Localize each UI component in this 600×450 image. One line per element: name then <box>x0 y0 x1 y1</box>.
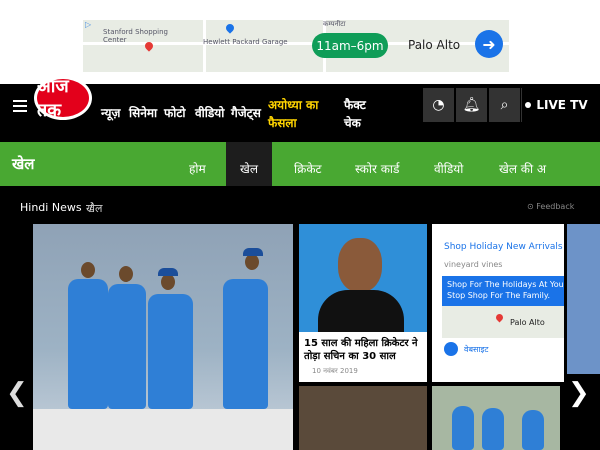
nav-item-ayodhya-line1: अयोध्या का <box>268 98 319 112</box>
tab-home[interactable]: होम <box>189 160 206 177</box>
player-head <box>81 262 95 278</box>
player-head <box>119 266 133 282</box>
player-figure <box>68 279 108 409</box>
tab-scorecard[interactable]: स्कोर कार्ड <box>355 160 399 177</box>
breadcrumb-root-label: Hindi News <box>20 201 82 214</box>
map-label-hp: Hewlett Packard Garage <box>203 38 288 46</box>
tab-khel[interactable]: खेल <box>240 160 258 177</box>
globe-icon <box>444 342 458 356</box>
map-label-hindi: कम्पनीटा <box>323 20 346 28</box>
nav-item-ayodhya[interactable]: अयोध्या का फैसला <box>268 96 318 132</box>
news-card-date: 10 नवंबर 2019 <box>312 367 358 375</box>
feedback-label: Feedback <box>536 202 575 211</box>
nav-item-factcheck[interactable]: फैक्ट चेक <box>344 96 366 132</box>
player-cap <box>158 268 178 276</box>
side-ad[interactable]: Shop Holiday New Arrivals vineyard vines… <box>432 224 564 382</box>
nav-item-ayodhya-line2: फैसला <box>268 116 297 130</box>
audio-icon[interactable]: ◔ <box>423 88 454 122</box>
nav-item-factcheck-line2: चेक <box>344 116 361 130</box>
player-cap <box>243 248 263 256</box>
nav-item-video[interactable]: वीडियो <box>195 104 224 121</box>
chevron-left-icon[interactable]: ❮ <box>6 378 28 408</box>
player-head <box>161 274 175 290</box>
ad-info-icon[interactable]: ▷ <box>85 20 91 29</box>
ad-hours-pill[interactable]: 11am–6pm <box>312 33 388 58</box>
player-figure <box>452 406 474 450</box>
player-figure <box>223 279 268 409</box>
breadcrumb-root[interactable]: Hindi News / <box>20 201 93 214</box>
news-thumb[interactable] <box>299 386 427 450</box>
next-slide-preview[interactable] <box>567 224 600 374</box>
side-ad-subtitle: vineyard vines <box>444 260 503 269</box>
nav-item-factcheck-line1: फैक्ट <box>344 98 366 112</box>
nav-item-cinema[interactable]: सिनेमा <box>129 104 157 121</box>
player-figure <box>522 410 544 450</box>
news-card-face <box>338 238 382 292</box>
hero-image[interactable] <box>33 224 293 450</box>
player-figure <box>108 284 146 409</box>
live-dot-icon <box>525 102 532 108</box>
news-card-shirt <box>318 290 404 332</box>
side-ad-map[interactable] <box>442 306 564 338</box>
player-figure <box>482 408 504 450</box>
map-label-stanford: Stanford Shopping Center <box>103 28 168 44</box>
tab-cricket[interactable]: क्रिकेट <box>294 160 322 177</box>
ad-place-label[interactable]: Palo Alto <box>408 38 460 52</box>
notification-bell-icon[interactable]: 🔔︎ <box>456 88 487 122</box>
news-card-title[interactable]: 15 साल की महिला क्रिकेटर ने तोड़ा सचिन क… <box>304 337 422 363</box>
news-thumb[interactable] <box>432 386 560 450</box>
tab-more[interactable]: खेल की अ <box>499 160 546 177</box>
chevron-right-icon[interactable]: ❯ <box>568 378 590 408</box>
player-figure <box>148 294 193 409</box>
nav-item-news[interactable]: न्यूज़ <box>101 104 120 121</box>
side-ad-footer-label: वेबसाइट <box>464 344 489 354</box>
player-head <box>245 254 259 270</box>
search-icon[interactable]: ⌕ <box>489 88 520 122</box>
directions-icon[interactable]: ➜ <box>475 30 503 58</box>
top-ad-banner[interactable]: Stanford Shopping Center Hewlett Packard… <box>0 0 600 82</box>
side-ad-website-link[interactable]: वेबसाइट <box>444 342 488 356</box>
live-tv-label: LIVE TV <box>536 98 588 112</box>
feedback-link[interactable]: ⊙ Feedback <box>527 202 574 211</box>
nav-item-gadgets[interactable]: गैजेट्स <box>231 104 261 121</box>
section-title: खेल <box>12 155 35 173</box>
side-ad-title[interactable]: Shop Holiday New Arrivals <box>444 242 563 252</box>
live-tv-button[interactable]: LIVE TV <box>521 88 591 122</box>
hero-banner <box>33 409 293 450</box>
side-ad-place: Palo Alto <box>510 318 545 327</box>
aajtak-logo[interactable]: आज तक <box>34 76 92 121</box>
breadcrumb-current: खेल <box>86 202 103 215</box>
tab-video[interactable]: वीडियो <box>434 160 463 177</box>
map-pin-icon <box>224 22 236 34</box>
nav-item-photo[interactable]: फोटो <box>164 104 186 121</box>
side-ad-body[interactable]: Shop For The Holidays At Your Stop Shop … <box>442 276 564 306</box>
hamburger-menu-icon[interactable] <box>13 100 27 112</box>
